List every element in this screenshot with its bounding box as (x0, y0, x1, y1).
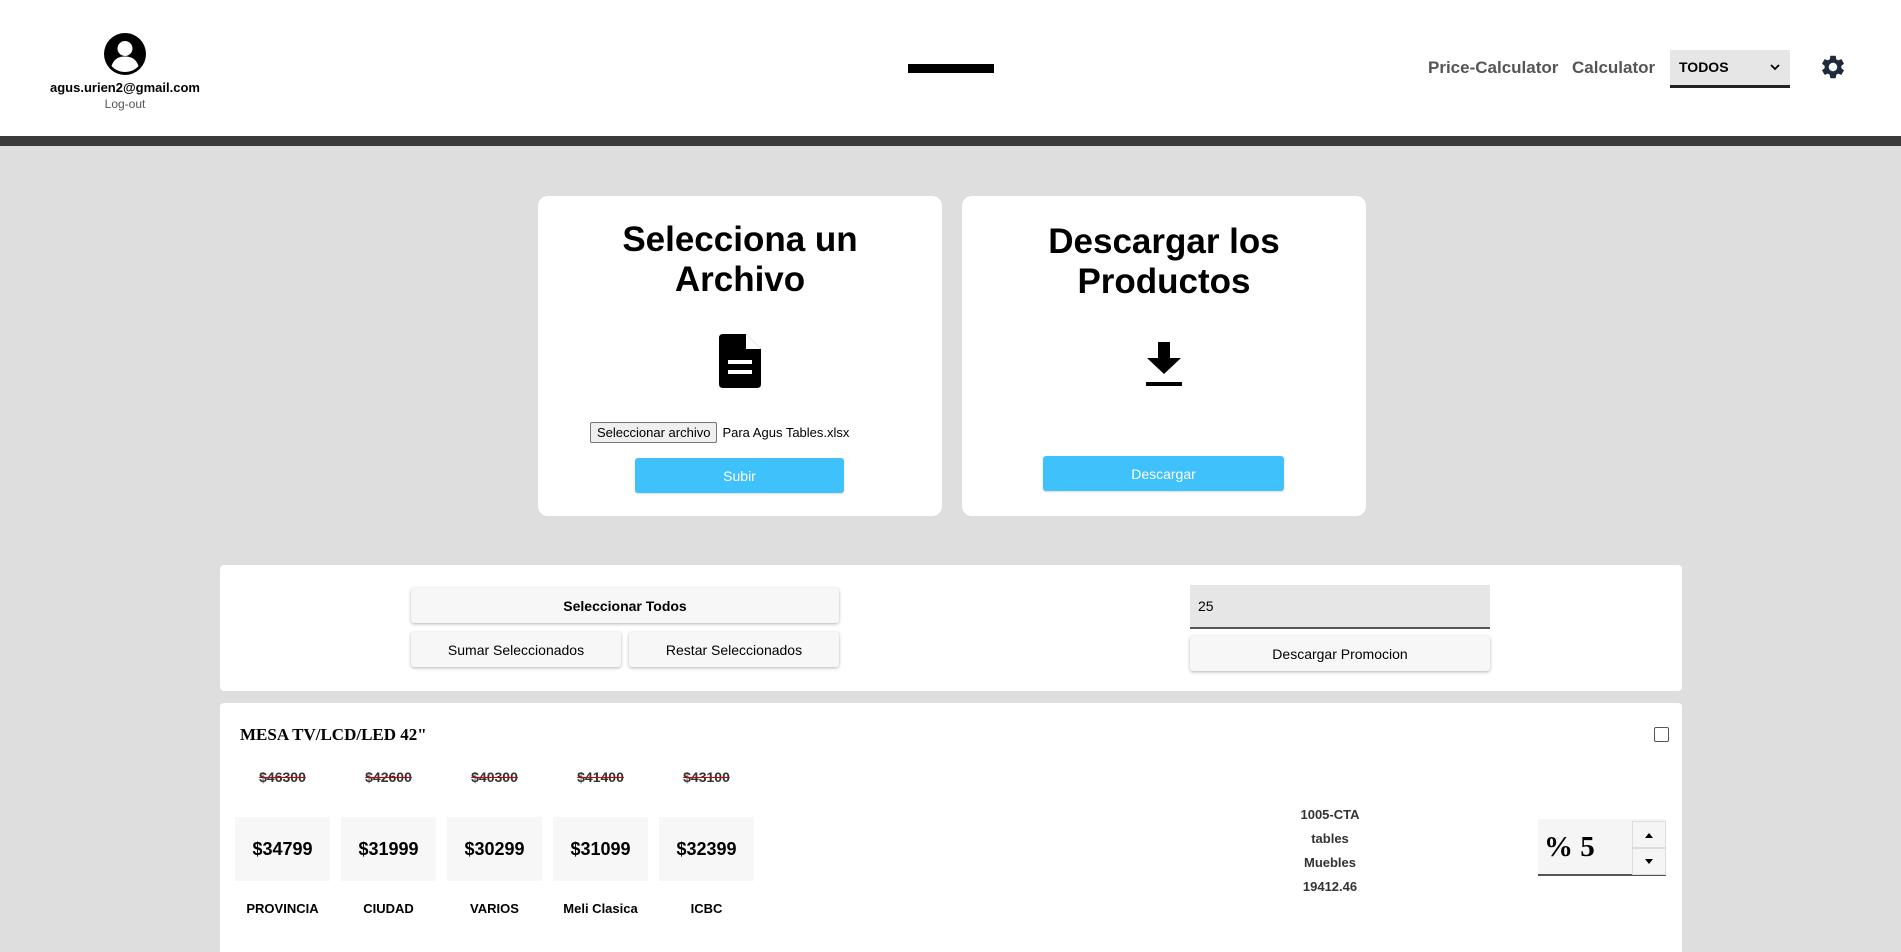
download-card-title: Descargar los Productos (1048, 222, 1280, 301)
user-email: agus.urien2@gmail.com (50, 80, 200, 95)
download-icon (1146, 342, 1182, 386)
add-selected-button[interactable]: Sumar Seleccionados (411, 632, 621, 667)
price-list-name: Meli Clasica (563, 901, 638, 916)
product-card: MESA TV/LCD/LED 42" $46300 $34799 PROVIN… (220, 703, 1682, 952)
list-filter-select[interactable]: TODOS (1670, 50, 1790, 88)
old-price: $42600 (365, 769, 412, 785)
product-title: MESA TV/LCD/LED 42" (240, 725, 427, 744)
decrement-button[interactable] (1632, 848, 1666, 875)
select-all-button[interactable]: Seleccionar Todos (411, 588, 839, 623)
caret-down-icon (1645, 858, 1653, 864)
logo (908, 64, 994, 73)
new-price: $34799 (235, 817, 330, 881)
product-line: tables (1311, 831, 1349, 846)
old-price: $41400 (577, 769, 624, 785)
product-category: Muebles (1303, 855, 1356, 870)
old-price: $40300 (471, 769, 518, 785)
header-divider (0, 136, 1901, 146)
logout-link[interactable]: Log-out (40, 97, 210, 111)
download-products-button[interactable]: Descargar (1043, 456, 1284, 491)
promo-percent-input[interactable]: 25 (1190, 585, 1490, 629)
upload-card: Selecciona un Archivo Seleccionar archiv… (538, 196, 942, 516)
new-price: $31099 (553, 817, 648, 881)
price-list-name: ICBC (690, 901, 723, 916)
percent-stepper[interactable]: % 5 (1538, 819, 1666, 876)
product-info: 1005-CTA tables Muebles 19412.46 (1280, 803, 1380, 899)
percent-value: % 5 (1544, 831, 1595, 863)
new-price: $32399 (659, 817, 754, 881)
list-filter-value: TODOS (1679, 59, 1729, 75)
old-price: $46300 (259, 769, 306, 785)
price-list-name: VARIOS (470, 901, 519, 916)
chevron-down-icon (1770, 64, 1780, 71)
user-circle-icon[interactable] (103, 32, 147, 76)
new-price: $30299 (447, 817, 542, 881)
top-header: agus.urien2@gmail.com Log-out Price-Calc… (0, 0, 1901, 136)
download-card: Descargar los Productos Descargar (962, 196, 1366, 516)
nav-price-calculator[interactable]: Price-Calculator (1428, 58, 1558, 78)
user-block: agus.urien2@gmail.com Log-out (40, 32, 210, 111)
caret-up-icon (1645, 832, 1653, 838)
new-price: $31999 (341, 817, 436, 881)
product-code: 1005-CTA (1300, 807, 1360, 822)
choose-file-button[interactable]: Seleccionar archivo (590, 422, 718, 443)
bulk-controls-panel: Seleccionar Todos Sumar Seleccionados Re… (220, 565, 1682, 691)
product-select-checkbox[interactable] (1654, 727, 1669, 742)
subtract-selected-button[interactable]: Restar Seleccionados (629, 632, 839, 667)
price-list-name: CIUDAD (363, 901, 414, 916)
nav-calculator[interactable]: Calculator (1572, 58, 1655, 78)
old-price: $43100 (683, 769, 730, 785)
increment-button[interactable] (1632, 821, 1666, 848)
upload-card-title: Selecciona un Archivo (622, 220, 858, 299)
upload-button[interactable]: Subir (635, 458, 844, 493)
selected-file-name: Para Agus Tables.xlsx (722, 425, 850, 440)
file-input-row: Seleccionar archivo Para Agus Tables.xls… (590, 422, 849, 443)
price-list-name: PROVINCIA (246, 901, 319, 916)
file-document-icon (719, 334, 761, 388)
download-promo-button[interactable]: Descargar Promocion (1190, 636, 1490, 671)
gear-icon[interactable] (1819, 53, 1847, 81)
product-cost: 19412.46 (1302, 879, 1358, 894)
